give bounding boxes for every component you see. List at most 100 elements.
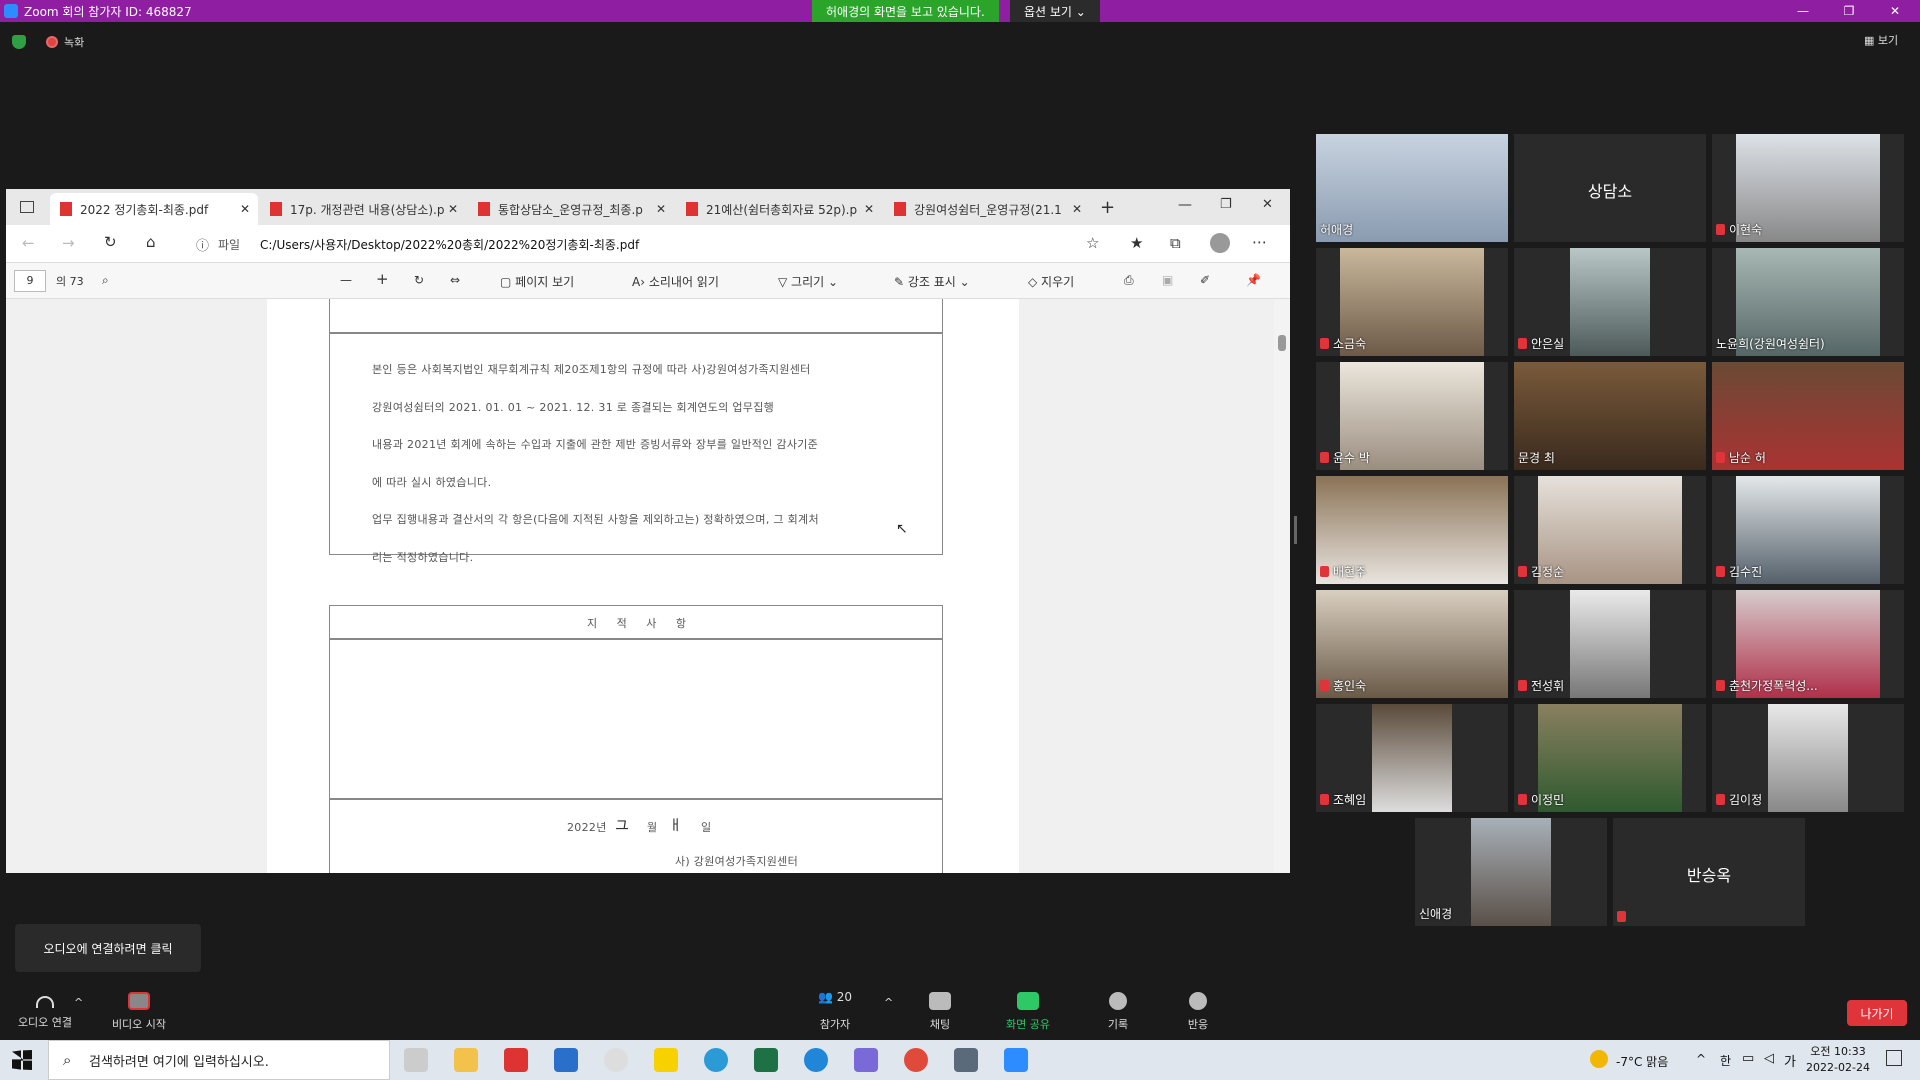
tab-close-icon[interactable]: ✕ [240,202,250,216]
participants-chevron-icon[interactable]: ^ [884,996,893,1009]
favorites-list-icon[interactable]: ★ [1130,234,1143,252]
participant-tile[interactable]: 이정민 [1514,704,1706,812]
calculator-icon[interactable] [954,1048,978,1072]
participant-tile[interactable]: 전성휘 [1514,590,1706,698]
tab-pdf-3[interactable]: 통합상담소_운영규정_최종.p ✕ [468,193,674,225]
taskbar-search-input[interactable]: ⌕ 검색하려면 여기에 입력하십시오. [48,1040,390,1080]
ime-mode-indicator[interactable]: 가 [1784,1051,1796,1070]
tab-pdf-4[interactable]: 21예산(쉼터총회자료 52p).p ✕ [676,193,882,225]
ime-indicator[interactable]: 한 [1720,1052,1731,1069]
participant-tile[interactable]: 노윤희(강원여성쉼터) [1712,248,1904,356]
participant-tile[interactable]: 소금숙 [1316,248,1508,356]
view-options-button[interactable]: 옵션 보기 ⌄ [1010,0,1100,22]
tab-close-icon[interactable]: ✕ [864,202,874,216]
pdf-viewer[interactable]: 본인 등은 사회복지법인 재무회계규칙 제20조제1항의 규정에 따라 사)강원… [6,299,1290,873]
find-icon[interactable]: ⌕ [102,273,109,288]
save-icon[interactable]: ▣ [1162,273,1173,287]
clock[interactable]: 오전 10:33 2022-02-24 [1798,1044,1878,1076]
participants-button[interactable]: 👥 20 참가자 [790,990,880,1032]
tab-pdf-5[interactable]: 강원여성쉼터_운영규정(21.1 ✕ [884,193,1090,225]
participant-tile[interactable]: 남순 허 [1712,362,1904,470]
tab-pdf-1[interactable]: 2022 정기총회-최종.pdf ✕ [50,193,258,225]
browser-close-icon[interactable]: ✕ [1262,197,1273,212]
participant-tile[interactable]: 김이정 [1712,704,1904,812]
collections-icon[interactable]: ⧉ [1170,234,1181,252]
edge-icon[interactable] [804,1048,828,1072]
active-speaker-tile[interactable]: 문경 최 [1514,362,1706,470]
hancom-icon[interactable] [554,1048,578,1072]
restore-icon[interactable]: ❐ [1826,0,1872,22]
tab-actions-icon[interactable] [20,201,34,213]
participant-tile[interactable]: 배현주 [1316,476,1508,584]
back-icon[interactable]: ← [22,234,35,252]
zoom-app-icon[interactable] [1004,1048,1028,1072]
reactions-button[interactable]: 반응 [1153,990,1243,1032]
participant-tile[interactable]: 김수진 [1712,476,1904,584]
kakaotalk-icon[interactable] [654,1048,678,1072]
internet-explorer-icon[interactable] [704,1048,728,1072]
draw-button[interactable]: ▽ 그리기 ⌄ [778,273,838,290]
info-icon[interactable]: ⓘ [196,235,209,254]
task-view-icon[interactable] [404,1048,428,1072]
participant-tile[interactable]: 이현숙 [1712,134,1904,242]
participant-tile[interactable]: 조혜임 [1316,704,1508,812]
participant-tile[interactable]: 안은실 [1514,248,1706,356]
zoom-out-icon[interactable]: — [340,273,352,287]
network-icon[interactable]: ▭ [1742,1051,1754,1066]
save-as-icon[interactable]: ✐ [1200,273,1210,287]
chat-button[interactable]: 채팅 [895,990,985,1032]
page-view-button[interactable]: ▢ 페이지 보기 [500,273,574,290]
scroll-thumb[interactable] [1278,335,1286,351]
pin-icon[interactable]: 📌 [1246,273,1261,287]
notification-icon[interactable] [1886,1050,1902,1066]
scrollbar[interactable] [1274,299,1290,873]
url-field[interactable]: C:/Users/사용자/Desktop/2022%20총회/2022%20정기… [260,236,639,253]
participant-tile[interactable]: 윤수 박 [1316,362,1508,470]
home-icon[interactable]: ⌂ [146,233,156,251]
read-aloud-button[interactable]: A› 소리내어 읽기 [632,273,719,290]
excel-icon[interactable] [754,1048,778,1072]
windows-start-icon[interactable] [12,1050,32,1070]
tab-close-icon[interactable]: ✕ [656,202,666,216]
favorite-icon[interactable]: ☆ [1086,234,1099,252]
participant-tile[interactable]: 신애경 [1415,818,1607,926]
erase-button[interactable]: ◇ 지우기 [1028,273,1074,290]
participant-tile[interactable]: 허애경 [1316,134,1508,242]
forward-icon[interactable]: → [62,234,75,252]
tab-pdf-2[interactable]: 17p. 개정관련 내용(상담소).p ✕ [260,193,466,225]
refresh-icon[interactable]: ↻ [104,233,117,251]
fit-page-icon[interactable]: ⇔ [450,273,460,287]
start-video-button[interactable]: 비디오 시작 [94,990,184,1032]
print-icon[interactable]: ⎙ [1124,273,1134,288]
chrome-icon[interactable] [904,1048,928,1072]
record-button[interactable]: 기록 [1073,990,1163,1032]
participant-tile[interactable]: 홍인숙 [1316,590,1508,698]
new-tab-icon[interactable]: + [1100,197,1115,218]
minimize-icon[interactable]: — [1780,0,1826,22]
participant-tile[interactable]: 춘천가정폭력성... [1712,590,1904,698]
participant-tile[interactable]: 상담소 [1514,134,1706,242]
audio-options-chevron-icon[interactable]: ^ [74,996,83,1009]
snipping-tool-icon[interactable] [604,1048,628,1072]
browser-restore-icon[interactable]: ❐ [1220,197,1232,212]
security-shield-icon[interactable] [12,35,26,49]
splitter-handle[interactable] [1294,516,1297,544]
file-explorer-icon[interactable] [454,1048,478,1072]
audio-tooltip[interactable]: 오디오에 연결하려면 클릭 [15,924,201,972]
tray-chevron-icon[interactable]: ^ [1696,1052,1706,1066]
profile-avatar[interactable] [1210,233,1230,253]
app-icon[interactable] [854,1048,878,1072]
close-icon[interactable]: ✕ [1872,0,1918,22]
page-number-input[interactable]: 9 [14,270,46,292]
tab-close-icon[interactable]: ✕ [448,202,458,216]
share-screen-button[interactable]: 화면 공유 [983,990,1073,1032]
view-button[interactable]: ▦ 보기 [1864,32,1898,48]
tab-close-icon[interactable]: ✕ [1072,202,1082,216]
highlight-button[interactable]: ✎ 강조 표시 ⌄ [894,273,970,290]
participant-tile[interactable]: 반승옥 [1613,818,1805,926]
zoom-in-icon[interactable]: + [376,270,389,288]
participant-tile[interactable]: 김정순 [1514,476,1706,584]
volume-icon[interactable]: ◁ [1764,1051,1774,1066]
rotate-icon[interactable]: ↻ [414,273,424,287]
weather-icon[interactable] [1590,1050,1608,1068]
